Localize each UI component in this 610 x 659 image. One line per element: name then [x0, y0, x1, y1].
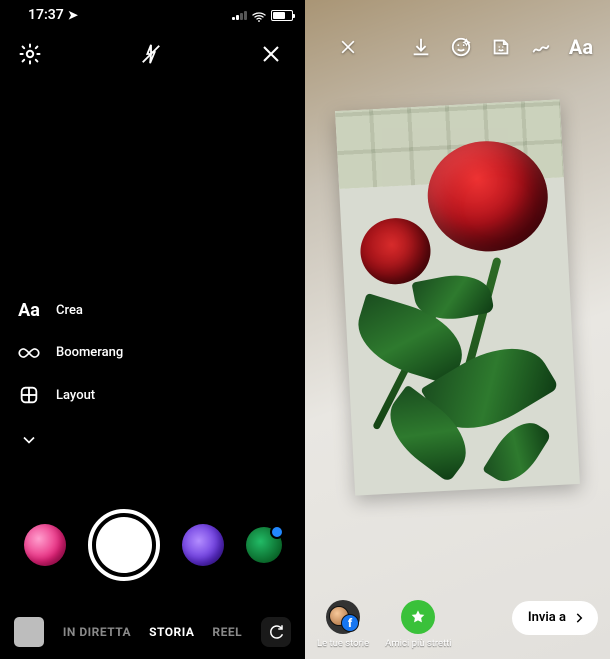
shutter-button[interactable] [88, 509, 160, 581]
story-editor-screen: Aa f Le tue storie Amici più stretti Inv… [305, 0, 610, 659]
tab-storia[interactable]: STORIA [149, 625, 194, 639]
close-editor-button[interactable] [335, 34, 361, 60]
format-tabs: IN DIRETTA STORIA REEL [58, 625, 247, 639]
status-time: 17:37➤ [28, 7, 78, 23]
text-tool-button[interactable]: Aa [568, 34, 594, 60]
filter-effect-right-2[interactable] [246, 527, 282, 563]
battery-icon [271, 10, 293, 21]
tab-diretta[interactable]: IN DIRETTA [63, 625, 131, 639]
mode-layout[interactable]: Layout [16, 384, 123, 406]
send-to-button[interactable]: Invia a [512, 601, 598, 635]
story-camera-screen: 17:37➤ Aa Crea Boomerang [0, 0, 305, 659]
capture-mode-list: Aa Crea Boomerang Layout [16, 300, 123, 450]
infinity-icon [16, 346, 42, 360]
mode-crea[interactable]: Aa Crea [16, 300, 123, 321]
camera-top-controls [0, 28, 305, 80]
filter-effect-right-1[interactable] [182, 524, 224, 566]
camera-bottom-bar: IN DIRETTA STORIA REEL [0, 617, 305, 647]
chevron-down-icon [16, 430, 42, 450]
cell-signal-icon [232, 10, 247, 20]
capture-controls [0, 509, 305, 581]
wifi-icon [251, 9, 267, 21]
sticker-button[interactable] [488, 34, 514, 60]
effects-button[interactable] [448, 34, 474, 60]
send-label: Invia a [528, 610, 566, 625]
mode-label: Boomerang [56, 345, 123, 360]
text-aa-icon: Aa [16, 300, 42, 321]
gallery-picker-button[interactable] [14, 617, 44, 647]
share-close-friends[interactable]: Amici più stretti [385, 600, 451, 649]
download-button[interactable] [408, 34, 434, 60]
editor-toolbar: Aa [305, 34, 610, 60]
tab-reel[interactable]: REEL [212, 625, 242, 639]
draw-button[interactable] [528, 34, 554, 60]
chevron-right-icon [572, 611, 586, 625]
mode-label: Layout [56, 388, 95, 403]
mode-label: Crea [56, 303, 83, 318]
layout-grid-icon [16, 384, 42, 406]
facebook-badge-icon: f [341, 614, 359, 632]
dest-label: Le tue storie [317, 638, 369, 649]
settings-button[interactable] [18, 42, 42, 70]
story-media-preview[interactable] [335, 99, 580, 495]
status-right [232, 9, 293, 21]
switch-camera-button[interactable] [261, 617, 291, 647]
location-services-icon: ➤ [68, 8, 78, 22]
share-bar: f Le tue storie Amici più stretti Invia … [305, 600, 610, 649]
share-your-stories[interactable]: f Le tue storie [317, 600, 369, 649]
filter-effect-left[interactable] [24, 524, 66, 566]
status-bar: 17:37➤ [0, 0, 305, 28]
star-icon [410, 609, 426, 625]
dest-label: Amici più stretti [385, 638, 451, 649]
expand-modes-button[interactable] [16, 430, 123, 450]
close-camera-button[interactable] [259, 42, 283, 70]
flash-toggle-button[interactable] [140, 43, 162, 69]
rose-photo [335, 99, 580, 495]
mode-boomerang[interactable]: Boomerang [16, 345, 123, 360]
